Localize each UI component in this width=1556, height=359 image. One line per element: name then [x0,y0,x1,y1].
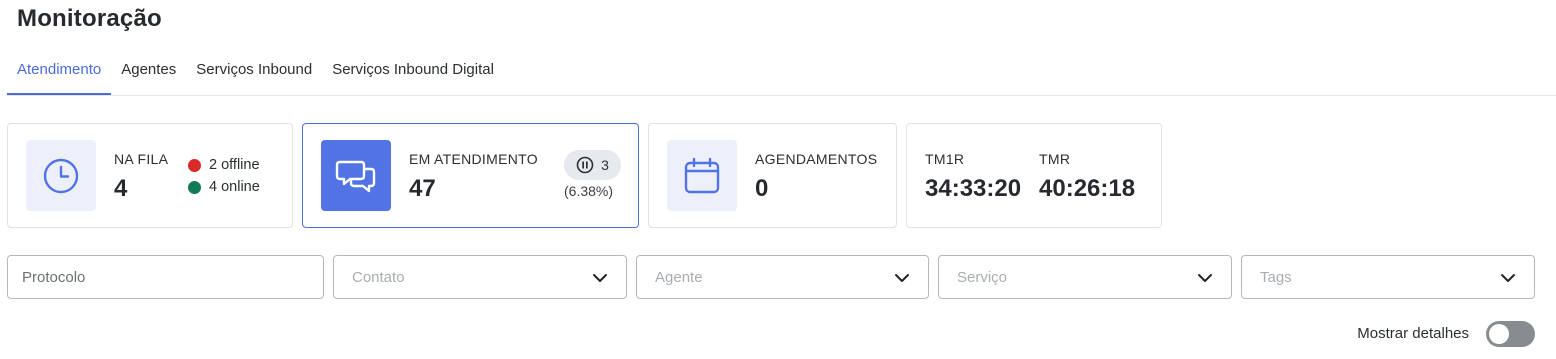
contato-placeholder: Contato [352,268,405,286]
in-service-label: EM ATENDIMENTO [409,151,538,167]
servico-select[interactable]: Serviço [938,255,1232,299]
offline-count: 2 offline [209,157,260,173]
servico-placeholder: Serviço [957,268,1008,286]
page-title: Monitoração [17,5,162,32]
tmr-label: TMR [1039,151,1071,167]
offline-status: 2 offline [188,157,260,173]
chevron-down-icon [1501,274,1515,282]
tm1r-value: 34:33:20 [925,175,1022,202]
scheduled-value: 0 [755,175,769,202]
in-service-icon-box [321,140,391,211]
queue-value: 4 [114,175,128,202]
protocolo-field[interactable] [7,255,324,299]
paused-count: 3 [601,157,609,173]
chevron-down-icon [895,274,909,282]
tab-bar: Atendimento Agentes Serviços Inbound Ser… [7,52,1556,96]
online-status: 4 online [188,179,260,195]
chat-bubbles-icon [335,160,376,192]
times-card: TM1R 34:33:20 TMR 40:26:18 [906,123,1162,228]
tags-placeholder: Tags [1260,268,1292,286]
chevron-down-icon [1198,274,1212,282]
show-details-toggle[interactable] [1486,321,1535,347]
queue-label: NA FILA [114,151,169,167]
scheduled-label: AGENDAMENTOS [755,151,878,167]
show-details-label: Mostrar detalhes [1357,325,1469,342]
in-service-card[interactable]: EM ATENDIMENTO 47 3 (6.38%) [302,123,639,228]
scheduled-icon-box [667,140,737,211]
tmr-value: 40:26:18 [1039,175,1136,202]
toggle-knob [1489,324,1509,344]
offline-dot [188,158,201,172]
contato-select[interactable]: Contato [333,255,627,299]
paused-percentage: (6.38%) [564,183,614,199]
clock-icon [43,158,79,193]
paused-badge: 3 [564,150,621,180]
protocolo-input[interactable] [22,268,323,286]
queue-card: NA FILA 4 2 offline 4 online [7,123,293,228]
tab-atendimento[interactable]: Atendimento [7,52,112,95]
online-dot [188,180,201,194]
agente-placeholder: Agente [655,268,703,286]
tab-agentes[interactable]: Agentes [111,52,186,95]
queue-icon-box [26,140,96,211]
tags-select[interactable]: Tags [1241,255,1535,299]
agente-select[interactable]: Agente [636,255,929,299]
scheduled-card: AGENDAMENTOS 0 [648,123,897,228]
chevron-down-icon [593,274,607,282]
pause-icon [576,156,594,174]
calendar-icon [684,157,720,193]
tab-servicos-inbound[interactable]: Serviços Inbound [186,52,322,95]
online-count: 4 online [209,179,260,195]
tm1r-label: TM1R [925,151,965,167]
in-service-value: 47 [409,175,436,202]
tab-servicos-inbound-digital[interactable]: Serviços Inbound Digital [322,52,504,95]
